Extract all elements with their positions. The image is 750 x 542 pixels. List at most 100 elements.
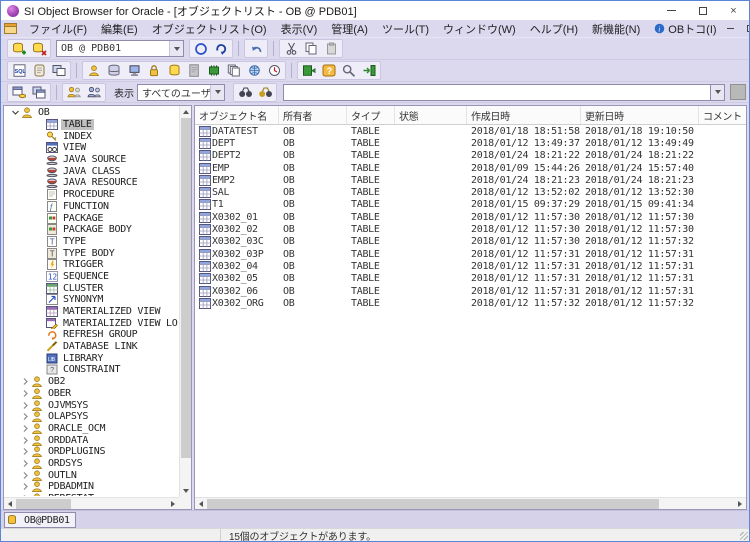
new-object-list-button[interactable]: [9, 84, 29, 101]
tree-item-synonym[interactable]: SYNONYM: [4, 294, 178, 306]
find-next-button[interactable]: [255, 84, 275, 101]
column-header-name[interactable]: オブジェクト名: [195, 106, 279, 124]
mdi-minimize-button[interactable]: [724, 23, 738, 35]
session-button[interactable]: [124, 62, 144, 79]
column-header-updated[interactable]: 更新日時: [581, 106, 699, 124]
tree-item-ordplugins[interactable]: ORDPLUGINS: [4, 446, 178, 458]
copy-button[interactable]: [301, 40, 321, 57]
table-row[interactable]: EMP OB TABLE 2018/01/09 15:44:26 2018/01/24 …: [195, 162, 746, 174]
tab-ob-pdb01[interactable]: OB@PDB01: [4, 512, 76, 528]
chevron-right-icon[interactable]: [20, 377, 31, 386]
user-admin-button[interactable]: [84, 62, 104, 79]
table-row[interactable]: DEPT OB TABLE 2018/01/12 13:49:37 2018/01/12…: [195, 137, 746, 149]
maximize-button[interactable]: [687, 1, 718, 20]
table-row[interactable]: X0302_03P OB TABLE 2018/01/12 11:57:31 2018/…: [195, 248, 746, 260]
tree-item-cluster[interactable]: CLUSTER: [4, 282, 178, 294]
chevron-right-icon[interactable]: [20, 436, 31, 445]
search-dropdown-button[interactable]: [710, 83, 725, 101]
profile-button[interactable]: [184, 62, 204, 79]
scroll-thumb[interactable]: [16, 498, 71, 509]
all-users-button[interactable]: [84, 84, 104, 101]
tree-item-library[interactable]: LIB LIBRARY: [4, 352, 178, 364]
column-header-owner[interactable]: 所有者: [279, 106, 347, 124]
export-button[interactable]: [359, 62, 379, 79]
tree-item-trigger[interactable]: TRIGGER: [4, 259, 178, 271]
tree-item-ob2[interactable]: OB2: [4, 376, 178, 388]
scroll-up-arrow[interactable]: [180, 106, 191, 118]
sql-execution-button[interactable]: SQL: [9, 62, 29, 79]
cancel-button[interactable]: [191, 40, 211, 57]
chevron-down-icon[interactable]: [169, 41, 183, 56]
tree-item-ordsys[interactable]: ORDSYS: [4, 458, 178, 470]
table-row[interactable]: DEPT2 OB TABLE 2018/01/24 18:21:22 2018/01/2…: [195, 150, 746, 162]
tree-item-ojvmsys[interactable]: OJVMSYS: [4, 399, 178, 411]
menu-item-3[interactable]: オブジェクトリスト(O): [145, 19, 274, 39]
mdi-child-icon[interactable]: [4, 23, 18, 35]
table-row[interactable]: X0302_04 OB TABLE 2018/01/12 11:57:31 2018/0…: [195, 260, 746, 272]
menu-item-6[interactable]: ツール(T): [375, 19, 436, 39]
table-row[interactable]: X0302_ORG OB TABLE 2018/01/12 11:57:32 2018/…: [195, 297, 746, 309]
menu-item-8[interactable]: ヘルプ(H): [523, 19, 585, 39]
import-button[interactable]: [299, 62, 319, 79]
tree-item-materialized-view-log[interactable]: MATERIALIZED VIEW LOG: [4, 317, 178, 329]
menu-item-7[interactable]: ウィンドウ(W): [436, 19, 523, 39]
tree-item-ober[interactable]: OBER: [4, 388, 178, 400]
table-row[interactable]: X0302_05 OB TABLE 2018/01/12 11:57:31 2018/0…: [195, 273, 746, 285]
table-row[interactable]: X0302_03C OB TABLE 2018/01/12 11:57:30 2018/…: [195, 236, 746, 248]
scroll-thumb[interactable]: [207, 498, 659, 509]
undo-button[interactable]: [246, 40, 266, 57]
resize-grip[interactable]: [740, 532, 748, 540]
find-button[interactable]: [235, 84, 255, 101]
help-button[interactable]: ?: [319, 62, 339, 79]
tree-horizontal-scrollbar[interactable]: [4, 497, 179, 509]
tree-item-java-resource[interactable]: JAVA RESOURCE: [4, 177, 178, 189]
user-filter-combobox[interactable]: すべてのユーザー: [137, 83, 225, 101]
scroll-thumb[interactable]: [180, 118, 191, 458]
disconnect-button[interactable]: [29, 40, 49, 57]
chevron-right-icon[interactable]: [20, 459, 31, 468]
list-horizontal-scrollbar[interactable]: [195, 497, 746, 509]
scroll-left-arrow[interactable]: [4, 498, 16, 509]
script-execution-button[interactable]: [29, 62, 49, 79]
tree-item-constraint[interactable]: ? CONSTRAINT: [4, 364, 178, 376]
tree-item-function[interactable]: f FUNCTION: [4, 200, 178, 213]
close-button[interactable]: ×: [718, 1, 749, 20]
tree-vertical-scrollbar[interactable]: [179, 106, 191, 497]
tree-item-package-body[interactable]: PACKAGE BODY: [4, 224, 178, 236]
job-queue-button[interactable]: [264, 62, 284, 79]
scroll-left-arrow[interactable]: [195, 498, 207, 509]
tree-item-oracle-ocm[interactable]: ORACLE_OCM: [4, 423, 178, 435]
rollback-segment-button[interactable]: [164, 62, 184, 79]
menu-item-5[interactable]: 管理(A): [324, 19, 375, 39]
chevron-down-icon[interactable]: [210, 84, 224, 100]
tree-item-refresh-group[interactable]: REFRESH GROUP: [4, 329, 178, 341]
menu-item-4[interactable]: 表示(V): [274, 19, 325, 39]
tree-item-perfstat[interactable]: PERFSTAT: [4, 493, 178, 496]
tree-item-view[interactable]: VIEW: [4, 142, 178, 154]
tree-item-package[interactable]: PACKAGE: [4, 212, 178, 224]
tree-item-ob[interactable]: OB: [4, 107, 178, 119]
table-row[interactable]: X0302_02 OB TABLE 2018/01/12 11:57:30 2018/0…: [195, 223, 746, 236]
menu-item-9[interactable]: 新機能(N): [585, 19, 647, 39]
scroll-right-arrow[interactable]: [167, 498, 179, 509]
tree-item-pdbadmin[interactable]: PDBADMIN: [4, 481, 178, 493]
tree-item-materialized-view[interactable]: MATERIALIZED VIEW: [4, 306, 178, 318]
chevron-right-icon[interactable]: [20, 389, 31, 398]
filter-apply-button[interactable]: [730, 84, 746, 100]
scroll-right-arrow[interactable]: [734, 498, 746, 509]
tree-item-sequence[interactable]: 12 SEQUENCE: [4, 270, 178, 283]
window-cascade-button[interactable]: [29, 84, 49, 101]
current-user-button[interactable]: [64, 84, 84, 101]
tree-item-orddata[interactable]: ORDDATA: [4, 434, 178, 446]
chevron-right-icon[interactable]: [20, 412, 31, 421]
chevron-right-icon[interactable]: [20, 401, 31, 410]
chevron-down-icon[interactable]: [10, 108, 21, 117]
menu-item-1[interactable]: ファイル(F): [22, 19, 94, 39]
table-row[interactable]: X0302_06 OB TABLE 2018/01/12 11:57:31 2018/0…: [195, 285, 746, 297]
mdi-restore-button[interactable]: [744, 23, 749, 35]
minimize-button[interactable]: [656, 1, 687, 20]
tree-item-type-body[interactable]: T TYPE BODY: [4, 247, 178, 259]
scroll-down-arrow[interactable]: [180, 485, 191, 497]
column-header-status[interactable]: 状態: [395, 106, 467, 124]
table-row[interactable]: EMP2 OB TABLE 2018/01/24 18:21:23 2018/01/24…: [195, 174, 746, 186]
